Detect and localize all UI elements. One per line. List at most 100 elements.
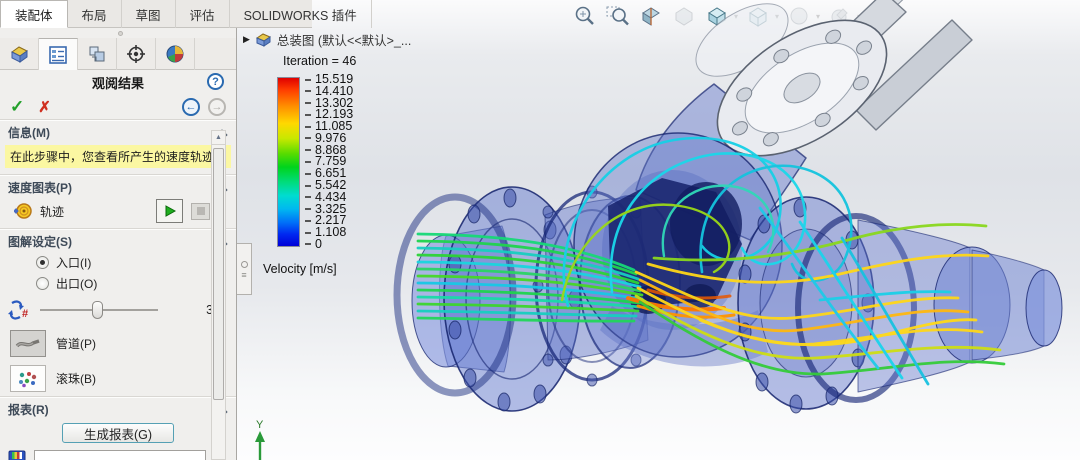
tab-assembly[interactable]: 装配体 <box>0 0 68 28</box>
inlet-radio-row[interactable]: 入口(I) <box>0 252 236 273</box>
outlet-radio-row[interactable]: 出口(O) <box>0 273 236 294</box>
stop-button-disabled[interactable] <box>191 203 210 220</box>
report-section-header[interactable]: 报表(R) <box>0 398 236 420</box>
ball-button[interactable] <box>10 365 46 392</box>
forward-arrow-icon[interactable]: → <box>208 98 226 116</box>
legend-unit-label: Velocity [m/s] <box>263 262 356 276</box>
tick-dash <box>305 185 311 187</box>
outlet-radio-label: 出口(O) <box>56 275 97 292</box>
settings-header-label: 图解设定(S) <box>8 233 72 250</box>
dimxpert-manager-icon <box>165 44 185 64</box>
save-report-icon[interactable] <box>8 450 26 460</box>
velocity-charts-section: 速度图表(P) 轨迹 <box>0 175 236 229</box>
charts-section-header[interactable]: 速度图表(P) <box>0 176 236 198</box>
trajectory-count-row: # 33 <box>0 294 236 326</box>
colorbar-tick: 1.108 <box>305 227 353 238</box>
outlet-radio-button[interactable] <box>36 277 49 290</box>
tick-dash <box>305 90 311 92</box>
iteration-label: Iteration = 46 <box>283 54 356 68</box>
tick-dash <box>305 137 311 139</box>
tab-sketch[interactable]: 草图 <box>122 0 176 28</box>
help-icon[interactable]: ? <box>207 73 224 90</box>
tab-layout[interactable]: 布局 <box>68 0 122 28</box>
panel-resize-dot[interactable] <box>118 31 123 36</box>
feature-tree-flyout[interactable]: ▶ 总装图 (默认<<默认>_... <box>243 30 411 49</box>
ball-row: 滚珠(B) <box>0 361 236 396</box>
property-manager-panel: 观阅结果 ? ✓ ✗ ← → 信息(M) 在此步骤中，您查看所产生的速度轨迹。 … <box>0 28 237 460</box>
tick-dash <box>305 208 311 210</box>
trajectory-label: 轨迹 <box>40 203 64 220</box>
ribbon-tab-bar: 装配体 布局 草图 评估 SOLIDWORKS 插件 <box>0 0 312 28</box>
pipe-icon <box>15 336 41 352</box>
tab-dimxpert-manager[interactable] <box>156 38 195 70</box>
tick-value: 0 <box>315 239 322 250</box>
scrollbar-up-arrow[interactable]: ▲ <box>212 131 225 145</box>
svg-text:#: # <box>22 308 28 320</box>
colorbar-ticks: 15.51914.41013.30212.19311.0859.9768.868… <box>305 74 353 250</box>
colorbar-tick: 0 <box>305 239 353 250</box>
configuration-manager-icon <box>87 44 107 64</box>
tab-evaluate[interactable]: 评估 <box>176 0 230 28</box>
panel-scrollbar[interactable]: ▲ <box>211 130 226 460</box>
tab-display-manager[interactable] <box>117 38 156 70</box>
pipe-row: 管道(P) <box>0 326 236 361</box>
tick-dash <box>305 243 311 245</box>
generate-report-button[interactable]: 生成报表(G) <box>62 423 174 443</box>
tick-dash <box>305 114 311 116</box>
back-arrow-icon[interactable]: ← <box>182 98 200 116</box>
info-section-header[interactable]: 信息(M) <box>0 121 236 143</box>
manager-tab-strip <box>0 38 236 70</box>
triad-y-label: Y <box>256 419 264 431</box>
play-icon <box>163 204 177 218</box>
tick-dash <box>305 102 311 104</box>
plot-settings-section: 图解设定(S) 入口(I) 出口(O) # 33 管道(P) <box>0 229 236 397</box>
inlet-radio-button[interactable] <box>36 256 49 269</box>
charts-header-label: 速度图表(P) <box>8 179 72 196</box>
settings-section-header[interactable]: 图解设定(S) <box>0 230 236 252</box>
splitter-grip-icon: ≡ <box>241 273 246 277</box>
info-header-label: 信息(M) <box>8 124 50 141</box>
trajectory-count-icon: # <box>8 299 32 321</box>
valve-geometry <box>397 0 1062 413</box>
tick-dash <box>305 220 311 222</box>
tick-dash <box>305 161 311 163</box>
assembly-icon <box>255 32 272 47</box>
inlet-radio-label: 入口(I) <box>56 254 91 271</box>
orientation-triad: Y <box>248 416 278 460</box>
play-button[interactable] <box>156 199 183 223</box>
slider-thumb[interactable] <box>92 301 103 319</box>
ok-check-icon[interactable]: ✓ <box>10 97 24 117</box>
tree-item-label: 总装图 (默认<<默认>_... <box>277 30 411 49</box>
cancel-x-icon[interactable]: ✗ <box>38 98 51 116</box>
panel-splitter-handle[interactable]: ≡ <box>237 243 252 295</box>
display-manager-icon <box>126 44 146 64</box>
panel-title: 观阅结果 <box>92 73 144 92</box>
tick-dash <box>305 196 311 198</box>
pipe-label: 管道(P) <box>56 335 96 352</box>
results-legend: Iteration = 46 15.51914.41013.30212.1931… <box>277 54 356 276</box>
tick-dash <box>305 79 311 81</box>
tab-property-manager[interactable] <box>39 38 78 70</box>
ball-label: 滚珠(B) <box>56 370 96 387</box>
tick-dash <box>305 149 311 151</box>
splitter-pin-icon <box>241 261 248 268</box>
tick-dash <box>305 173 311 175</box>
tab-configuration-manager[interactable] <box>78 38 117 70</box>
tick-dash <box>305 126 311 128</box>
scrollbar-thumb[interactable] <box>213 148 224 400</box>
velocity-colorbar <box>277 77 300 247</box>
step-message: 在此步骤中，您查看所产生的速度轨迹。 <box>5 145 231 168</box>
tab-assembly-manager[interactable] <box>0 38 39 70</box>
property-manager-icon <box>48 45 68 65</box>
ok-cancel-row: ✓ ✗ ← → <box>0 94 236 120</box>
trajectory-row[interactable]: 轨迹 <box>0 198 236 228</box>
tab-solidworks-addins[interactable]: SOLIDWORKS 插件 <box>230 0 372 28</box>
tree-expand-icon[interactable]: ▶ <box>243 34 250 45</box>
assembly-manager-icon <box>9 45 29 63</box>
trajectory-count-slider[interactable] <box>40 300 158 320</box>
pipe-button[interactable] <box>10 330 46 357</box>
panel-title-row: 观阅结果 ? <box>0 70 236 94</box>
info-section: 信息(M) 在此步骤中，您查看所产生的速度轨迹。 <box>0 120 236 175</box>
report-list-box[interactable] <box>34 450 206 460</box>
solidworks-window: { "ribbon": { "tabs": ["装配体", "布局", "草图"… <box>0 0 1080 460</box>
